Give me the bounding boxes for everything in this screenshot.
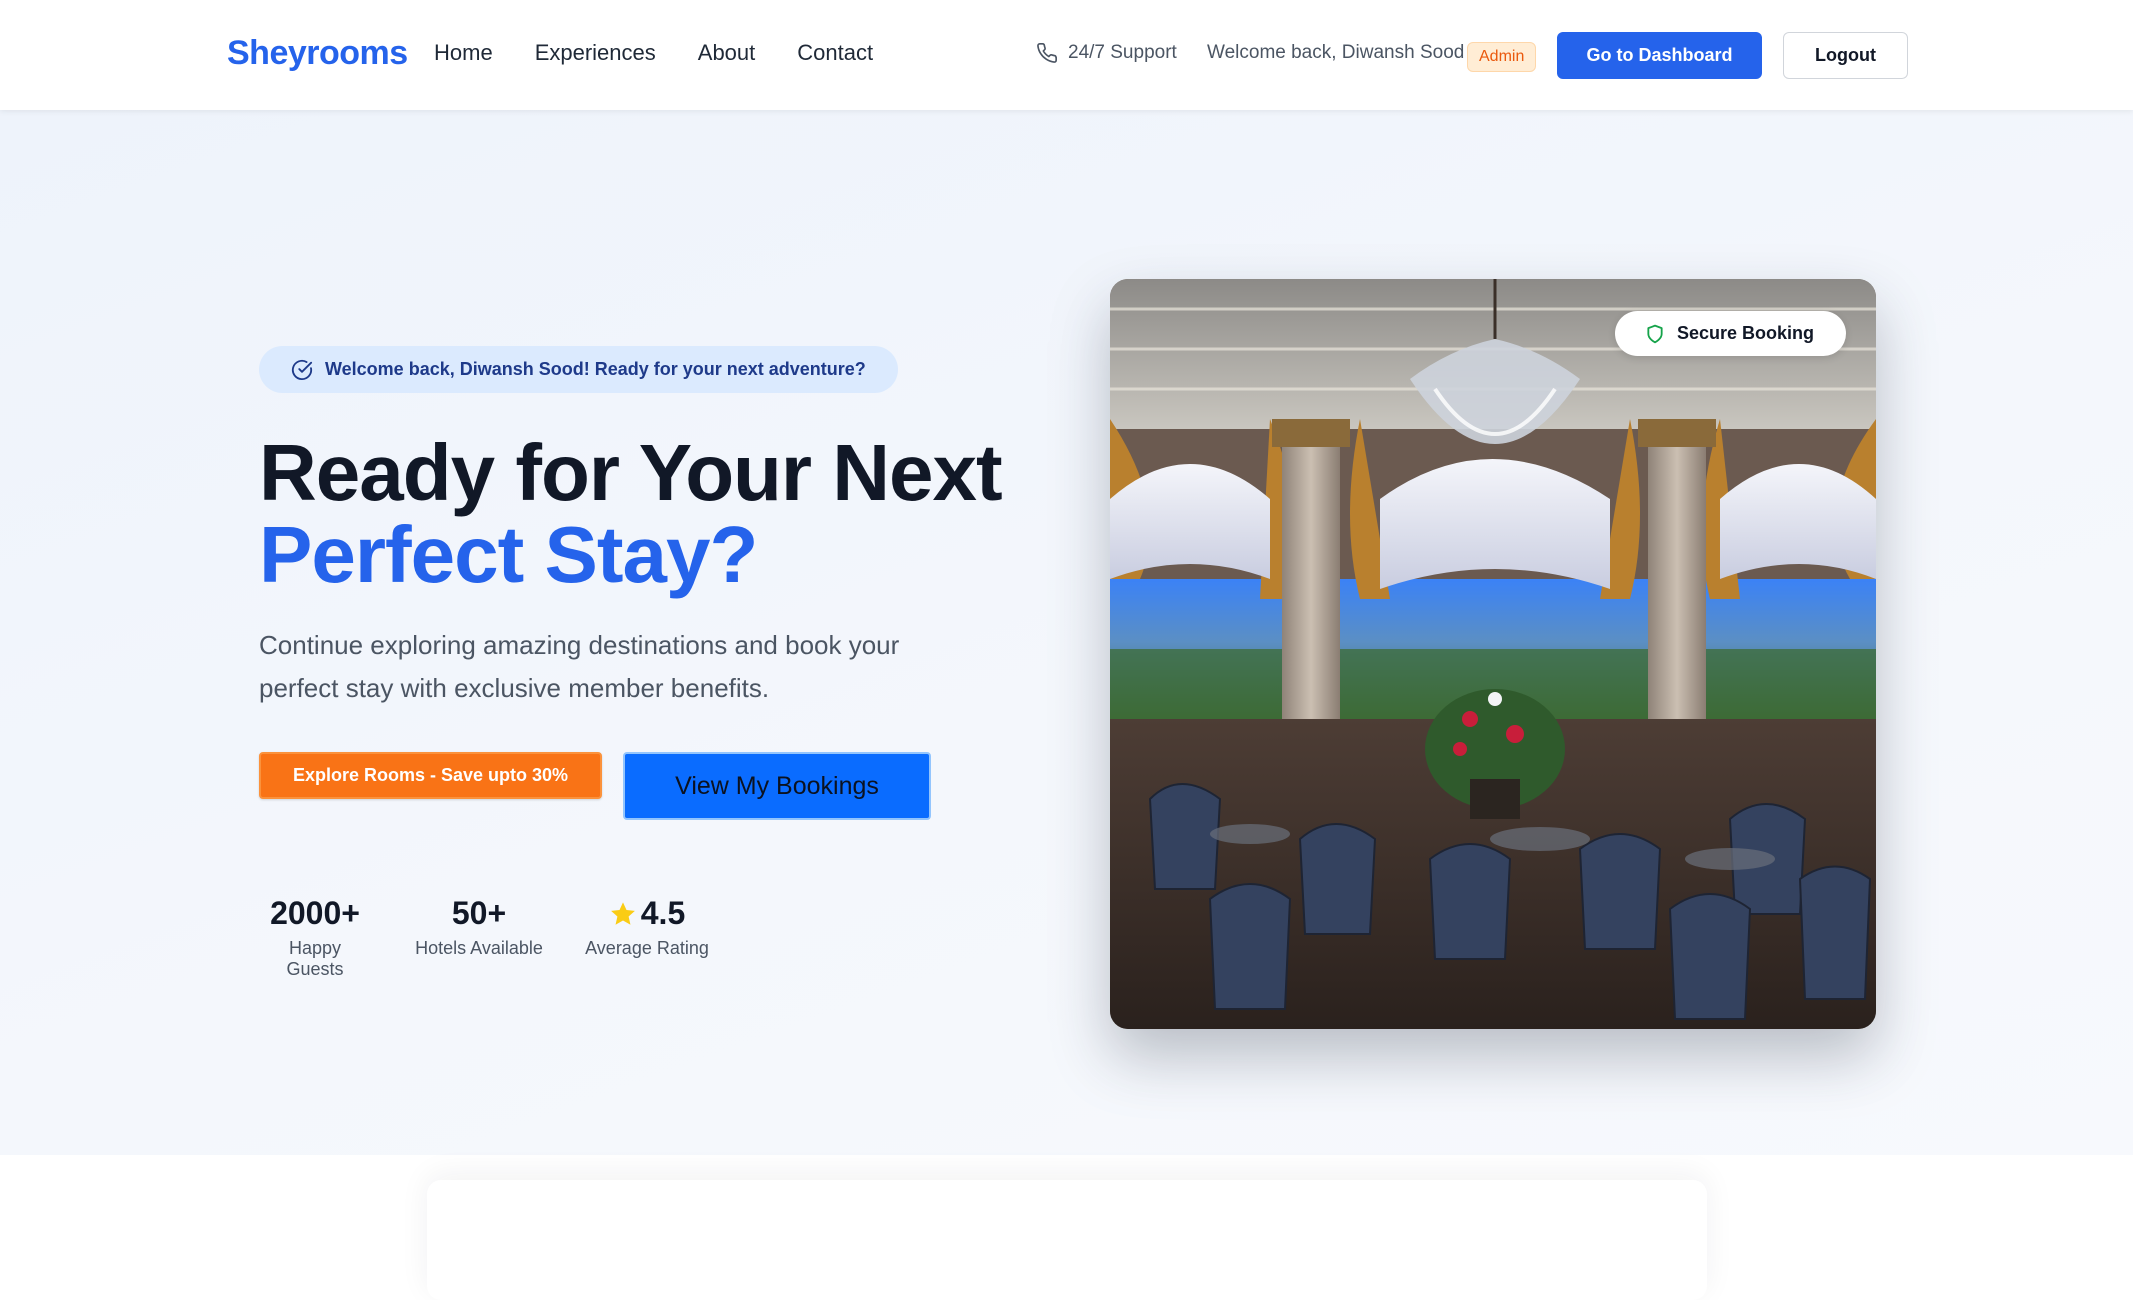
stat-value: 2000+: [270, 895, 360, 931]
go-to-dashboard-button[interactable]: Go to Dashboard: [1557, 32, 1762, 79]
stat-label: Hotels Available: [415, 938, 543, 958]
welcome-pill: Welcome back, Diwansh Sood! Ready for yo…: [259, 346, 898, 393]
shield-icon: [1647, 324, 1663, 343]
stat-happy-guests: 2000+ Happy Guests: [259, 895, 371, 980]
logout-button[interactable]: Logout: [1783, 32, 1908, 79]
brand-logo[interactable]: Sheyrooms: [227, 34, 408, 73]
nav-link-home[interactable]: Home: [434, 40, 493, 66]
hotel-lounge-image: [1110, 279, 1876, 1029]
stat-hotels-available: 50+ Hotels Available: [414, 895, 544, 959]
nav-link-contact[interactable]: Contact: [797, 40, 873, 66]
hero-subtext: Continue exploring amazing destinations …: [259, 630, 900, 703]
view-my-bookings-button[interactable]: View My Bookings: [623, 752, 931, 820]
phone-icon: [1037, 43, 1057, 63]
stat-value-rating: 4.5: [585, 895, 709, 932]
headline-line-2: Perfect Stay?: [259, 510, 758, 599]
stat-average-rating: 4.5 Average Rating: [585, 895, 709, 959]
hotel-image-card: Secure Booking: [1110, 279, 1876, 1029]
support-link[interactable]: 24/7 Support: [1036, 42, 1177, 64]
hero-headline: Ready for Your Next Perfect Stay?: [259, 432, 1003, 599]
role-badge: Admin: [1467, 42, 1537, 72]
explore-rooms-button[interactable]: Explore Rooms - Save upto 30%: [259, 752, 602, 799]
secure-booking-label: Secure Booking: [1676, 323, 1814, 343]
welcome-text: Welcome back, Diwansh Sood: [1207, 42, 1465, 63]
welcome-pill-text: Welcome back, Diwansh Sood! Ready for yo…: [325, 359, 866, 379]
headline-line-1: Ready for Your Next: [259, 428, 1003, 517]
nav-link-about[interactable]: About: [698, 40, 756, 66]
stat-label: Average Rating: [585, 938, 709, 958]
stat-value: 4.5: [640, 895, 686, 931]
nav-link-experiences[interactable]: Experiences: [535, 40, 656, 66]
stat-value: 50+: [451, 895, 507, 931]
support-label: 24/7 Support: [1068, 42, 1177, 63]
navbar: Sheyrooms Home Experiences About Contact…: [0, 0, 2133, 110]
next-section-card: [427, 1180, 1707, 1300]
secure-booking-badge: Secure Booking: [1614, 311, 1846, 356]
main-nav: Home Experiences About Contact: [434, 40, 873, 66]
check-circle-icon: [291, 359, 313, 380]
stat-label: Happy Guests: [286, 938, 344, 979]
star-icon: [610, 901, 635, 925]
